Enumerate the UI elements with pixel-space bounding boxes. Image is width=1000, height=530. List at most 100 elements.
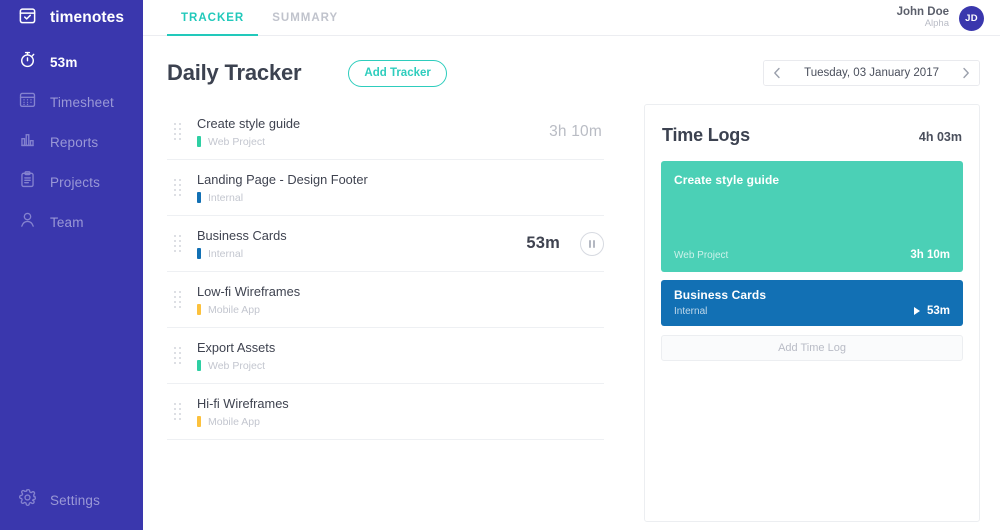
- drag-handle-icon[interactable]: [171, 402, 185, 421]
- date-navigator: Tuesday, 03 January 2017: [763, 60, 980, 86]
- task-project: Internal: [197, 192, 602, 204]
- app-window: timenotes 53m Timesheet Reports Projects…: [0, 0, 1000, 530]
- tab-bar: TRACKER SUMMARY: [143, 0, 352, 36]
- time-log-project: Web Project: [674, 249, 729, 261]
- pause-icon[interactable]: [580, 231, 604, 256]
- sidebar-item-timesheet[interactable]: Timesheet: [0, 82, 143, 122]
- sidebar-item-label: 53m: [50, 54, 78, 70]
- project-color-chip: [197, 192, 201, 203]
- drag-handle-icon[interactable]: [171, 122, 185, 141]
- task-info: Landing Page - Design Footer Internal: [185, 172, 602, 204]
- time-logs-header: Time Logs 4h 03m: [661, 121, 963, 161]
- task-project: Mobile App: [197, 304, 602, 316]
- brand-name: timenotes: [50, 9, 125, 26]
- time-logs-total: 4h 03m: [918, 130, 962, 144]
- content-area: Create style guide Web Project 3h 10m La…: [143, 92, 1000, 522]
- gear-icon: [18, 488, 37, 512]
- sidebar-item-reports[interactable]: Reports: [0, 122, 143, 162]
- chevron-left-icon[interactable]: [764, 61, 791, 85]
- task-name: Hi-fi Wireframes: [197, 395, 289, 411]
- user-icon: [18, 210, 37, 234]
- sidebar-item-label: Reports: [50, 134, 99, 150]
- sidebar-item-label: Team: [50, 214, 84, 230]
- user-menu[interactable]: John Doe Alpha JD: [897, 0, 984, 36]
- table-row[interactable]: Export Assets Web Project: [167, 328, 604, 384]
- calendar-icon: [18, 90, 37, 114]
- drag-handle-icon[interactable]: [171, 346, 185, 365]
- sidebar-item-team[interactable]: Team: [0, 202, 143, 242]
- table-row[interactable]: Create style guide Web Project 3h 10m: [167, 104, 604, 160]
- avatar[interactable]: JD: [959, 5, 984, 31]
- drag-handle-icon[interactable]: [171, 290, 185, 309]
- page-header: Daily Tracker Add Tracker Tuesday, 03 Ja…: [143, 36, 1000, 92]
- stopwatch-icon: [18, 50, 37, 74]
- drag-handle-icon[interactable]: [171, 234, 185, 253]
- project-name: Mobile App: [208, 303, 260, 316]
- project-name: Web Project: [208, 359, 265, 372]
- tab-summary[interactable]: SUMMARY: [258, 0, 352, 35]
- sidebar-item-label: Timesheet: [50, 94, 114, 110]
- time-log-duration-text: 3h 10m: [910, 249, 950, 261]
- task-info: Business Cards Internal: [185, 228, 526, 260]
- page-title: Daily Tracker: [167, 60, 302, 85]
- chevron-right-icon[interactable]: [953, 61, 979, 85]
- table-row[interactable]: Landing Page - Design Footer Internal: [167, 160, 604, 216]
- project-name: Web Project: [208, 135, 265, 148]
- bar-chart-icon: [18, 130, 37, 154]
- task-name: Business Cards: [197, 227, 287, 243]
- project-color-chip: [197, 360, 201, 371]
- sidebar-nav: 53m Timesheet Reports Projects Team: [0, 42, 143, 242]
- time-log-duration-text: 53m: [926, 305, 950, 317]
- table-row[interactable]: Hi-fi Wireframes Mobile App: [167, 384, 604, 440]
- top-bar: TRACKER SUMMARY John Doe Alpha JD: [143, 0, 1000, 36]
- task-project: Internal: [197, 248, 526, 260]
- task-info: Low-fi Wireframes Mobile App: [185, 284, 602, 316]
- task-name: Export Assets: [197, 339, 276, 355]
- drag-handle-icon[interactable]: [171, 178, 185, 197]
- table-row[interactable]: Business Cards Internal 53m: [167, 216, 604, 272]
- task-duration: 53m: [526, 234, 560, 252]
- time-log-card[interactable]: Business Cards Internal 53m: [661, 280, 963, 326]
- time-log-title: Business Cards: [674, 288, 767, 302]
- time-log-footer: Web Project 3h 10m: [674, 249, 950, 261]
- sidebar: timenotes 53m Timesheet Reports Projects…: [0, 0, 143, 530]
- calendar-check-icon: [18, 6, 37, 30]
- time-logs-title: Time Logs: [662, 125, 750, 145]
- task-name: Landing Page - Design Footer: [197, 171, 368, 187]
- sidebar-item-settings[interactable]: Settings: [0, 480, 143, 520]
- add-tracker-button[interactable]: Add Tracker: [348, 59, 447, 87]
- time-log-footer: Internal 53m: [674, 305, 950, 317]
- task-info: Export Assets Web Project: [185, 340, 602, 372]
- add-time-log-button[interactable]: Add Time Log: [661, 335, 963, 361]
- project-color-chip: [197, 304, 201, 315]
- time-log-card[interactable]: Create style guide Web Project 3h 10m: [661, 161, 963, 272]
- brand-logo[interactable]: timenotes: [0, 0, 143, 36]
- task-info: Hi-fi Wireframes Mobile App: [185, 396, 602, 428]
- tab-tracker[interactable]: TRACKER: [167, 0, 259, 36]
- project-name: Internal: [208, 247, 244, 260]
- project-name: Internal: [208, 191, 244, 204]
- date-label[interactable]: Tuesday, 03 January 2017: [790, 67, 953, 79]
- user-text: John Doe Alpha: [897, 6, 949, 30]
- sidebar-settings-label: Settings: [50, 492, 100, 508]
- time-logs-panel: Time Logs 4h 03m Create style guide Web …: [644, 104, 980, 522]
- task-duration: 3h 10m: [549, 122, 602, 140]
- time-logs-column: Time Logs 4h 03m Create style guide Web …: [644, 104, 980, 522]
- main-content: TRACKER SUMMARY John Doe Alpha JD Daily …: [143, 0, 1000, 530]
- sidebar-item-label: Projects: [50, 174, 100, 190]
- task-name: Create style guide: [197, 115, 301, 131]
- project-color-chip: [197, 136, 201, 147]
- time-log-project: Internal: [674, 305, 708, 317]
- play-icon[interactable]: [913, 307, 920, 315]
- project-name: Mobile App: [208, 415, 260, 428]
- clipboard-icon: [18, 170, 37, 194]
- table-row[interactable]: Low-fi Wireframes Mobile App: [167, 272, 604, 328]
- sidebar-item-projects[interactable]: Projects: [0, 162, 143, 202]
- task-project: Mobile App: [197, 416, 602, 428]
- sidebar-item-timer[interactable]: 53m: [0, 42, 143, 82]
- task-project: Web Project: [197, 360, 602, 372]
- task-project: Web Project: [197, 136, 549, 148]
- project-color-chip: [197, 248, 201, 259]
- time-log-duration: 3h 10m: [910, 249, 950, 261]
